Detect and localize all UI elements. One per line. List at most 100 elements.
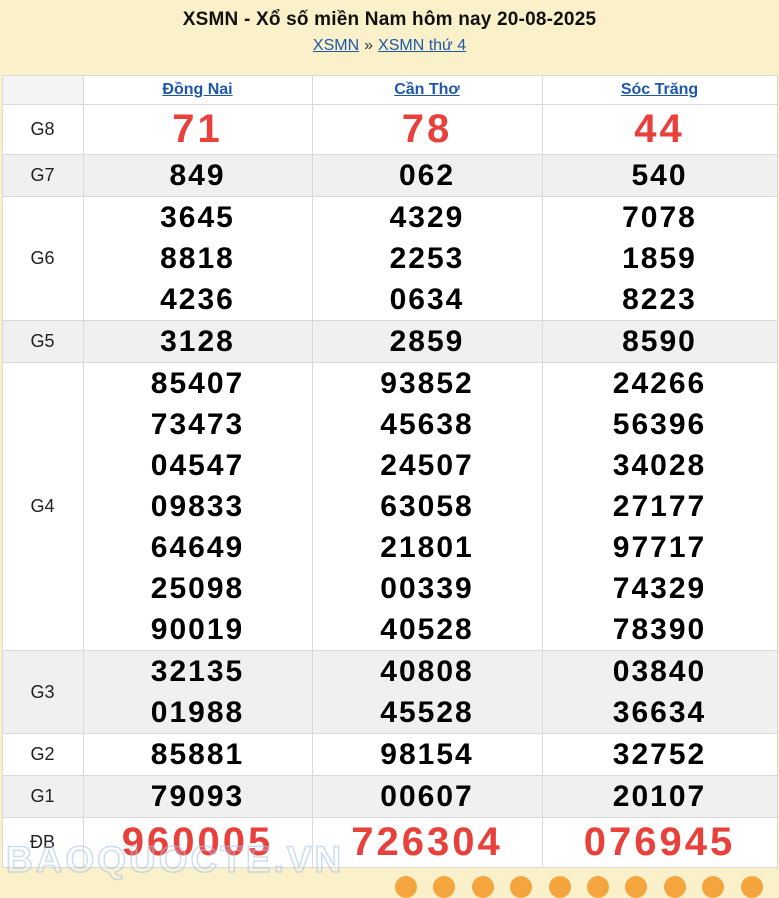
breadcrumb-separator: » [364, 37, 373, 54]
result-number: 09833 [84, 486, 312, 527]
lottery-ball-icon [395, 876, 417, 898]
result-number: 79093 [84, 776, 312, 817]
result-cell: 062 [312, 155, 542, 197]
result-number: 062 [313, 155, 542, 196]
result-cell: 4080845528 [312, 651, 542, 734]
result-number: 540 [543, 155, 777, 196]
result-number: 21801 [313, 527, 542, 568]
result-number: 32752 [543, 734, 777, 775]
result-number: 2253 [313, 238, 542, 279]
province-link-can-tho[interactable]: Cần Thơ [394, 81, 460, 98]
result-number: 45638 [313, 404, 542, 445]
province-header-can-tho: Cần Thơ [312, 76, 542, 105]
result-cell: 85881 [83, 734, 312, 776]
province-header-row: Đồng Nai Cần Thơ Sóc Trăng [2, 76, 777, 105]
result-number: 03840 [543, 651, 777, 692]
result-cell: 8590 [542, 321, 777, 363]
result-number: 24507 [313, 445, 542, 486]
result-cell: 849 [83, 155, 312, 197]
result-cell: 707818598223 [542, 197, 777, 321]
page-title: XSMN - Xổ số miền Nam hôm nay 20-08-2025 [0, 9, 779, 31]
lottery-ball-icon [433, 876, 455, 898]
result-number: 40808 [313, 651, 542, 692]
province-link-soc-trang[interactable]: Sóc Trăng [621, 81, 698, 98]
result-number: 24266 [543, 363, 777, 404]
result-number: 97717 [543, 527, 777, 568]
result-number: 44 [543, 105, 777, 154]
result-cell: 00607 [312, 776, 542, 818]
result-number: 3128 [84, 321, 312, 362]
result-number: 25098 [84, 568, 312, 609]
result-number: 8223 [543, 279, 777, 320]
prize-label: G1 [2, 776, 83, 818]
result-cell: 85407734730454709833646492509890019 [83, 363, 312, 651]
result-number: 34028 [543, 445, 777, 486]
result-cell: 540 [542, 155, 777, 197]
prize-label: G7 [2, 155, 83, 197]
result-cell: 44 [542, 105, 777, 155]
result-cell: 98154 [312, 734, 542, 776]
province-link-dong-nai[interactable]: Đồng Nai [162, 81, 232, 98]
result-number: 076945 [543, 818, 777, 867]
ball-row [0, 876, 779, 898]
prize-label: G3 [2, 651, 83, 734]
result-number: 78 [313, 105, 542, 154]
prize-label: G2 [2, 734, 83, 776]
province-header-soc-trang: Sóc Trăng [542, 76, 777, 105]
result-number: 01988 [84, 692, 312, 733]
breadcrumb: XSMN » XSMN thứ 4 [0, 37, 779, 55]
breadcrumb-link-current[interactable]: XSMN thứ 4 [378, 37, 466, 54]
table-row: G1790930060720107 [2, 776, 777, 818]
result-number: 40528 [313, 609, 542, 650]
result-number: 00607 [313, 776, 542, 817]
result-cell: 3213501988 [83, 651, 312, 734]
result-cell: 076945 [542, 818, 777, 868]
result-number: 960005 [84, 818, 312, 867]
lottery-ball-icon [741, 876, 763, 898]
result-number: 1859 [543, 238, 777, 279]
lottery-results-page: { "header": { "title": "XSMN - Xổ số miề… [0, 0, 779, 884]
result-cell: 93852456382450763058218010033940528 [312, 363, 542, 651]
result-cell: 79093 [83, 776, 312, 818]
table-row: G485407734730454709833646492509890019938… [2, 363, 777, 651]
lottery-ball-icon [549, 876, 571, 898]
result-number: 36634 [543, 692, 777, 733]
result-number: 85881 [84, 734, 312, 775]
result-number: 74329 [543, 568, 777, 609]
prize-label: G6 [2, 197, 83, 321]
result-number: 56396 [543, 404, 777, 445]
result-number: 20107 [543, 776, 777, 817]
result-number: 7078 [543, 197, 777, 238]
result-number: 4236 [84, 279, 312, 320]
result-number: 00339 [313, 568, 542, 609]
breadcrumb-link-xsmn[interactable]: XSMN [313, 37, 359, 54]
result-number: 726304 [313, 818, 542, 867]
lottery-ball-icon [625, 876, 647, 898]
lottery-ball-icon [510, 876, 532, 898]
result-cell: 432922530634 [312, 197, 542, 321]
corner-cell [2, 76, 83, 105]
prize-label: G5 [2, 321, 83, 363]
result-number: 90019 [84, 609, 312, 650]
result-number: 63058 [313, 486, 542, 527]
lottery-ball-icon [702, 876, 724, 898]
province-header-dong-nai: Đồng Nai [83, 76, 312, 105]
result-cell: 78 [312, 105, 542, 155]
prize-label: G8 [2, 105, 83, 155]
result-number: 73473 [84, 404, 312, 445]
result-number: 8590 [543, 321, 777, 362]
result-number: 8818 [84, 238, 312, 279]
result-number: 4329 [313, 197, 542, 238]
result-number: 93852 [313, 363, 542, 404]
result-number: 98154 [313, 734, 542, 775]
table-row: G2858819815432752 [2, 734, 777, 776]
result-number: 32135 [84, 651, 312, 692]
table-row: G3321350198840808455280384036634 [2, 651, 777, 734]
result-number: 3645 [84, 197, 312, 238]
result-number: 849 [84, 155, 312, 196]
result-cell: 3128 [83, 321, 312, 363]
table-row: G5312828598590 [2, 321, 777, 363]
lottery-ball-icon [587, 876, 609, 898]
result-number: 85407 [84, 363, 312, 404]
result-cell: 2859 [312, 321, 542, 363]
